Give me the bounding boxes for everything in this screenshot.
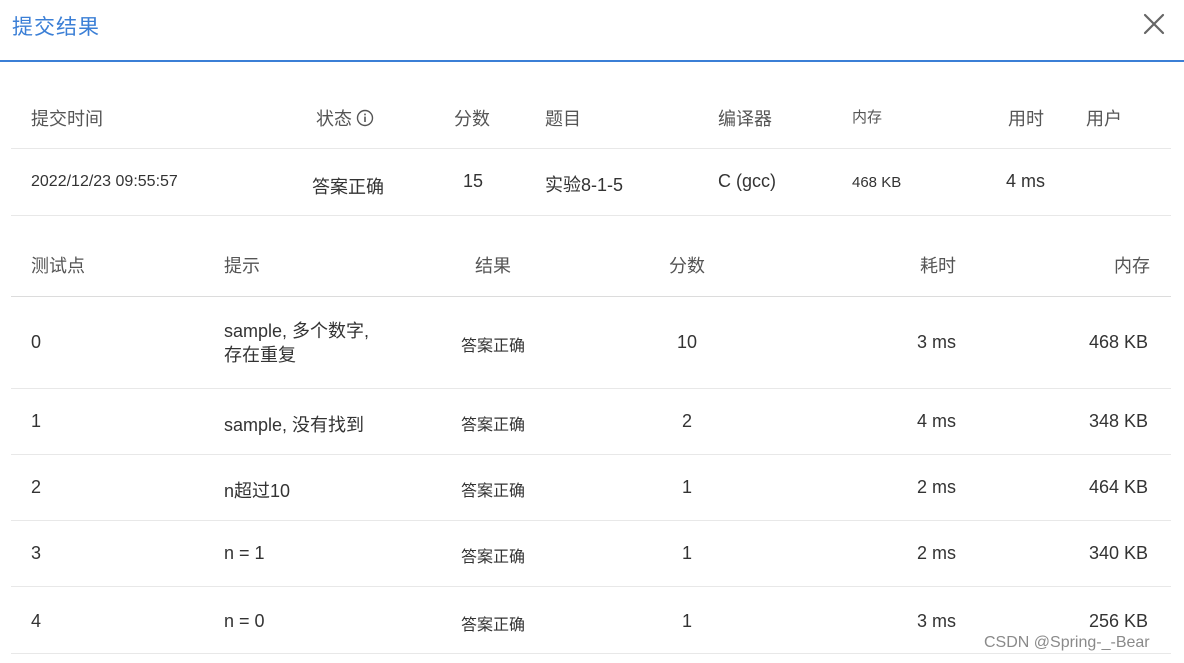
test-hint: n超过10 [224,481,291,501]
test-memory: 340 KB [1089,543,1149,563]
close-button[interactable] [1140,10,1168,38]
problem-link[interactable]: 实验8-1-5 [545,171,623,197]
submission-compiler: C (gcc) [718,171,776,191]
test-hint: n = 1 [224,543,265,563]
test-hint: n = 0 [224,611,265,631]
submission-time: 2022/12/23 09:55:57 [31,173,178,190]
test-result: 答案正确 [461,483,526,500]
summary-header-time: 提交时间 [31,109,103,129]
test-score: 1 [682,543,693,563]
dialog-header: 提交结果 [0,0,1184,62]
table-row: 1 sample, 没有找到 答案正确 2 4 ms 348 KB [11,389,1171,455]
test-score: 10 [677,332,698,352]
summary-header-status-label: 状态 [316,109,352,129]
test-case-id: 3 [31,543,42,563]
test-result: 答案正确 [461,417,526,434]
test-memory: 348 KB [1089,411,1149,431]
test-hint-line2: 存在重复 [224,345,296,365]
submission-time-used: 4 ms [1006,171,1046,191]
summary-header-memory: 内存 [852,109,883,126]
close-icon [1143,13,1165,35]
test-memory: 256 KB [1089,611,1149,631]
table-row: 2 n超过10 答案正确 1 2 ms 464 KB [11,455,1171,521]
submission-memory: 468 KB [852,174,902,191]
summary-header-score: 分数 [454,109,490,129]
test-score: 1 [682,611,693,631]
test-result: 答案正确 [461,338,526,355]
test-score: 1 [682,477,693,497]
summary-data-row: 2022/12/23 09:55:57 答案正确 15 实验8-1-5 C (g… [11,149,1171,216]
tests-header-row: 测试点 提示 结果 分数 耗时 内存 [11,232,1171,297]
summary-header-user: 用户 [1086,109,1122,129]
test-score: 2 [682,411,693,431]
test-case-id: 1 [31,411,42,431]
test-hint-line1: sample, 多个数字, [224,321,370,341]
tests-header-time: 耗时 [920,256,956,276]
test-memory: 468 KB [1089,332,1149,352]
table-row: 0 sample, 多个数字, 存在重复 答案正确 10 3 ms 468 KB [11,297,1171,389]
test-time: 2 ms [917,477,957,497]
info-icon[interactable] [356,109,374,127]
test-case-id: 4 [31,611,42,631]
test-result: 答案正确 [461,549,526,566]
submission-status: 答案正确 [312,177,384,197]
watermark: CSDN @Spring-_-Bear [984,634,1150,651]
summary-header-time-used: 用时 [1008,109,1044,129]
test-case-id: 2 [31,477,42,497]
test-time: 4 ms [917,411,957,431]
test-result: 答案正确 [461,617,526,634]
tests-header-hint: 提示 [224,256,260,276]
test-memory: 464 KB [1089,477,1149,497]
test-hint: sample, 没有找到 [224,415,365,435]
test-time: 2 ms [917,543,957,563]
summary-header-problem: 题目 [545,109,581,129]
tests-header-memory: 内存 [1114,256,1150,276]
table-row: 3 n = 1 答案正确 1 2 ms 340 KB [11,521,1171,587]
tests-header-case: 测试点 [31,256,85,276]
submission-score: 15 [463,171,484,191]
test-hint: sample, 多个数字, 存在重复 [224,319,369,367]
tests-header-score: 分数 [669,256,705,276]
test-time: 3 ms [917,611,957,631]
summary-header-row: 提交时间 状态 分数 题目 编译器 内存 用时 用户 [11,84,1171,149]
test-time: 3 ms [917,332,957,352]
summary-header-status: 状态 [316,105,374,131]
tests-header-result: 结果 [475,256,511,276]
summary-header-compiler: 编译器 [718,109,772,129]
dialog-title: 提交结果 [12,16,100,39]
test-case-id: 0 [31,332,42,352]
